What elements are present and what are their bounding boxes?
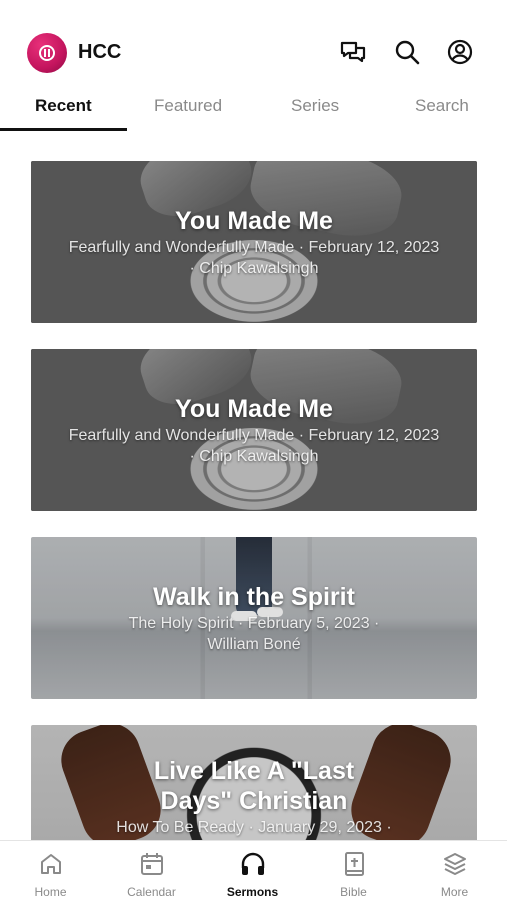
headphones-icon [241, 852, 265, 875]
sermon-card[interactable]: Live Like A "Last Days" Christian How To… [31, 725, 477, 840]
logo-mark-icon [39, 45, 55, 61]
tab-bar-top: Recent Featured Series Search [0, 88, 507, 134]
sermon-card[interactable]: Walk in the Spirit The Holy Spirit · Feb… [31, 537, 477, 699]
tabbar-label: Home [34, 885, 67, 899]
sermon-title: You Made Me [175, 207, 333, 235]
tab-recent[interactable]: Recent [35, 96, 92, 116]
tabbar-label: Bible [340, 885, 367, 899]
sermon-meta: Fearfully and Wonderfully Made · Februar… [68, 427, 440, 465]
church-logo[interactable] [27, 33, 67, 73]
home-icon [41, 854, 61, 874]
sermon-card[interactable]: You Made Me Fearfully and Wonderfully Ma… [31, 161, 477, 323]
tabbar-item-home[interactable]: Home [0, 841, 101, 900]
active-tab-indicator [0, 128, 127, 131]
chat-icon[interactable] [339, 38, 367, 66]
sermon-feed[interactable]: You Made Me Fearfully and Wonderfully Ma… [0, 140, 507, 840]
tabbar-item-bible[interactable]: Bible [303, 841, 404, 900]
tab-search[interactable]: Search [415, 96, 469, 116]
tabbar-label: More [440, 885, 469, 899]
profile-icon[interactable] [446, 38, 474, 66]
tabbar-item-sermons[interactable]: Sermons [202, 841, 303, 900]
tabbar-label: Sermons [226, 885, 279, 899]
calendar-icon [141, 853, 163, 875]
sermon-meta: How To Be Ready · January 29, 2023 · [116, 819, 392, 836]
bottom-tab-bar: Home Calendar Sermons Bible More [0, 840, 507, 900]
tab-series[interactable]: Series [291, 96, 339, 116]
app-title: HCC [78, 41, 122, 63]
sermon-meta: Fearfully and Wonderfully Made · Februar… [68, 239, 440, 277]
sermon-title: Walk in the Spirit [153, 583, 355, 611]
search-icon[interactable] [393, 38, 421, 66]
sermon-title: You Made Me [175, 395, 333, 423]
sermon-card[interactable]: You Made Me Fearfully and Wonderfully Ma… [31, 349, 477, 511]
tab-featured[interactable]: Featured [154, 96, 222, 116]
app-header: HCC [0, 28, 507, 78]
tabbar-label: Calendar [127, 885, 176, 899]
sermon-title: Live Like A "Last Days" Christian [153, 757, 355, 815]
bible-icon [345, 852, 364, 876]
tabbar-item-calendar[interactable]: Calendar [101, 841, 202, 900]
layers-icon [444, 853, 466, 875]
sermon-meta: The Holy Spirit · February 5, 2023 · Wil… [128, 615, 380, 653]
tabbar-item-more[interactable]: More [404, 841, 505, 900]
